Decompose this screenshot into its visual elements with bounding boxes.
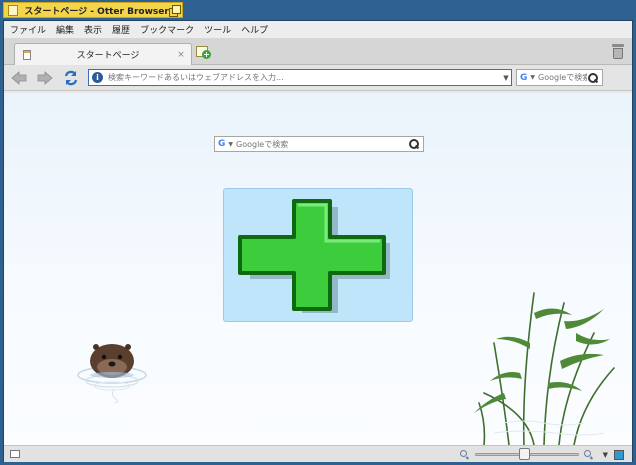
reload-icon — [64, 70, 78, 85]
menu-view[interactable]: 表示 — [84, 23, 102, 36]
site-info-icon[interactable]: i — [92, 72, 103, 83]
window-title-tab[interactable]: スタートページ - Otter Browser — [3, 2, 183, 18]
back-button[interactable] — [10, 69, 28, 87]
menu-history[interactable]: 履歴 — [112, 23, 130, 36]
arrow-right-icon — [37, 70, 53, 85]
zoom-dropdown-icon[interactable]: ▼ — [603, 451, 608, 459]
menu-bookmarks[interactable]: ブックマーク — [140, 23, 194, 36]
add-plus-icon — [238, 199, 390, 313]
fullscreen-icon[interactable] — [614, 449, 624, 460]
menu-file[interactable]: ファイル — [10, 23, 46, 36]
tab-start-page[interactable]: スタートページ × — [14, 43, 192, 65]
start-page: G ▼ — [4, 93, 632, 445]
plus-icon: + — [202, 50, 211, 59]
trash-lid — [612, 44, 624, 47]
start-page-search-box[interactable]: G ▼ — [214, 136, 424, 152]
trash-bin — [613, 48, 623, 59]
search-engine-dropdown-icon[interactable]: ▼ — [530, 74, 535, 81]
zoom-in-icon[interactable] — [583, 449, 594, 460]
new-tab-button[interactable]: + — [196, 45, 212, 60]
history-dropdown-icon[interactable]: ▼ — [501, 74, 511, 82]
window-title: スタートページ - Otter Browser — [24, 6, 169, 17]
restore-window-icon[interactable] — [168, 4, 182, 17]
browser-window: ファイル 編集 表示 履歴 ブックマーク ツール ヘルプ スタートページ × + — [3, 20, 633, 462]
closed-tabs-trash-icon[interactable] — [611, 43, 625, 59]
tab-title: スタートページ — [76, 51, 140, 61]
search-icon[interactable] — [587, 72, 599, 84]
zoom-slider[interactable] — [474, 448, 579, 461]
reeds-illustration — [474, 292, 615, 445]
address-bar[interactable]: i ▼ — [88, 69, 512, 86]
google-icon: G — [218, 139, 226, 149]
tab-overview-icon[interactable] — [10, 450, 20, 458]
app-icon — [8, 4, 19, 16]
start-page-search-input[interactable] — [236, 139, 408, 149]
close-tab-icon[interactable]: × — [175, 50, 187, 60]
reload-button[interactable] — [62, 69, 80, 87]
toolbar-search-input[interactable] — [538, 73, 587, 82]
zoom-controls: ▼ — [455, 448, 624, 461]
navigation-bar: i ▼ G ▼ — [4, 65, 632, 91]
title-bar: スタートページ - Otter Browser — [0, 0, 636, 20]
search-engine-dropdown-icon[interactable]: ▼ — [228, 141, 233, 148]
arrow-left-icon — [11, 70, 27, 85]
menu-help[interactable]: ヘルプ — [241, 23, 268, 36]
menu-bar: ファイル 編集 表示 履歴 ブックマーク ツール ヘルプ — [4, 21, 632, 39]
speed-dial-add-tile[interactable] — [223, 188, 413, 322]
status-bar: ▼ — [4, 445, 632, 462]
tab-bar: スタートページ × + — [4, 39, 632, 65]
menu-tools[interactable]: ツール — [204, 23, 231, 36]
zoom-slider-thumb[interactable] — [518, 448, 530, 460]
address-input[interactable] — [108, 73, 501, 82]
zoom-out-icon[interactable] — [459, 449, 470, 460]
google-icon: G — [520, 72, 528, 83]
forward-button[interactable] — [36, 69, 54, 87]
page-icon — [23, 49, 31, 60]
menu-edit[interactable]: 編集 — [56, 23, 74, 36]
toolbar-search-box[interactable]: G ▼ — [516, 69, 603, 86]
otter-illustration — [77, 344, 147, 403]
search-icon[interactable] — [408, 138, 420, 150]
